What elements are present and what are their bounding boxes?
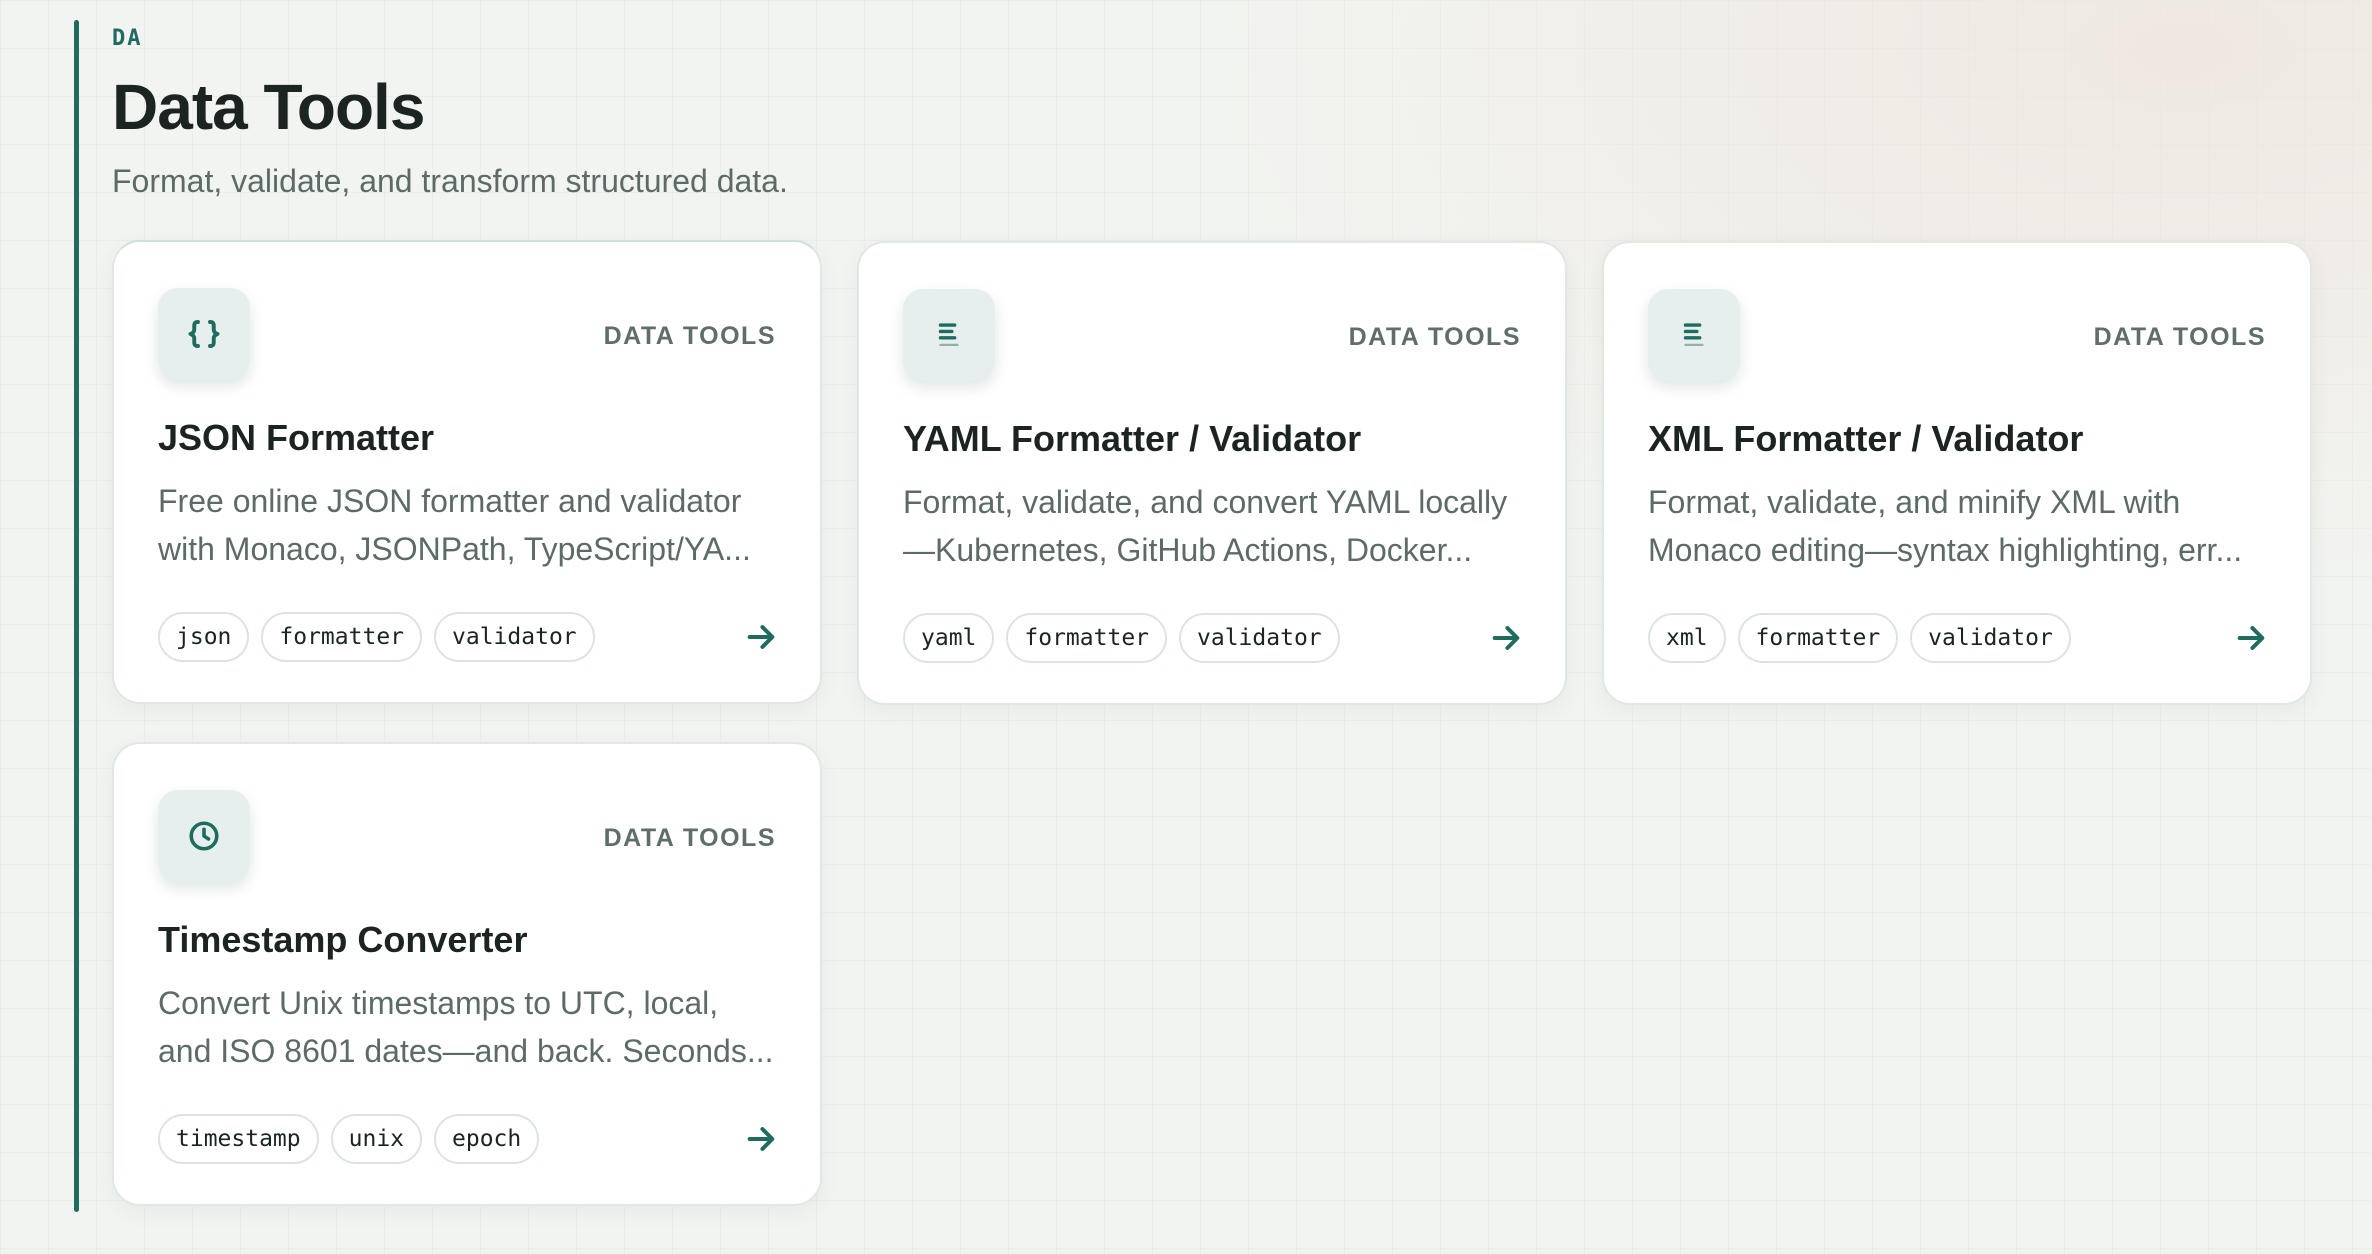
tag-chip[interactable]: epoch [434,1114,540,1164]
tag-chip[interactable]: formatter [261,612,423,662]
section-kicker: DA [112,26,143,51]
card-category: DATA TOOLS [1348,323,1521,351]
card-description-line: Convert Unix timestamps to UTC, local, [158,985,719,1021]
tag-chip[interactable]: validator [1910,613,2071,663]
arrow-right-icon[interactable] [2234,621,2268,655]
page-title: Data Tools [112,71,425,143]
card-category: DATA TOOLS [603,322,776,350]
tag-chip[interactable]: formatter [1737,613,1899,663]
list-lines-icon [1683,323,1704,347]
tag-chip[interactable]: timestamp [158,1114,319,1164]
tool-icon-tile [903,289,995,381]
tool-card-xml-formatter[interactable]: DATA TOOLS XML Formatter / Validator For… [1602,241,2312,705]
card-description-line: Monaco editing—syntax highlighting, err.… [1648,532,2243,568]
card-description-line: —Kubernetes, GitHub Actions, Docker... [903,532,1473,568]
tag-chip[interactable]: unix [330,1114,423,1164]
card-description-line: Format, validate, and minify XML with [1648,484,2181,520]
card-description: Format, validate, and convert YAML local… [903,478,1523,574]
card-title[interactable]: XML Formatter / Validator [1648,418,2083,460]
section-accent-rail [74,20,79,1212]
braces-icon [188,320,220,348]
card-tags: timestamp unix epoch [158,1114,540,1164]
card-category: DATA TOOLS [603,824,776,852]
clock-icon [189,821,219,851]
card-description: Format, validate, and minify XML with Mo… [1648,478,2268,574]
tool-card-json-formatter[interactable]: DATA TOOLS JSON Formatter Free online JS… [112,240,822,704]
tag-chip[interactable]: xml [1648,613,1726,663]
tool-icon-tile [158,288,250,380]
card-description-line: with Monaco, JSONPath, TypeScript/YA... [158,531,751,567]
card-description-line: Free online JSON formatter and validator [158,483,742,519]
tool-icon-tile [1648,289,1740,381]
card-description: Convert Unix timestamps to UTC, local, a… [158,979,778,1075]
tool-card-timestamp-converter[interactable]: DATA TOOLS Timestamp Converter Convert U… [112,742,822,1206]
page-subtitle: Format, validate, and transform structur… [112,163,788,199]
card-tags: json formatter validator [158,612,595,662]
tool-icon-tile [158,790,250,882]
tag-chip[interactable]: json [158,612,250,662]
card-title[interactable]: JSON Formatter [158,417,434,459]
card-category: DATA TOOLS [2093,323,2266,351]
card-title[interactable]: YAML Formatter / Validator [903,418,1361,460]
tag-chip[interactable]: formatter [1006,613,1168,663]
card-description: Free online JSON formatter and validator… [158,477,778,573]
arrow-right-icon[interactable] [1489,621,1523,655]
card-tags: xml formatter validator [1648,613,2071,663]
card-description-line: Format, validate, and convert YAML local… [903,484,1508,520]
card-description-line: and ISO 8601 dates—and back. Seconds... [158,1033,774,1069]
arrow-right-icon[interactable] [744,620,778,654]
card-title[interactable]: Timestamp Converter [158,919,527,961]
card-tags: yaml formatter validator [903,613,1340,663]
arrow-right-icon[interactable] [744,1122,778,1156]
tag-chip[interactable]: validator [434,612,595,662]
list-lines-icon [938,323,959,347]
tool-card-yaml-formatter[interactable]: DATA TOOLS YAML Formatter / Validator Fo… [857,241,1567,705]
tag-chip[interactable]: yaml [903,613,995,663]
tag-chip[interactable]: validator [1179,613,1340,663]
